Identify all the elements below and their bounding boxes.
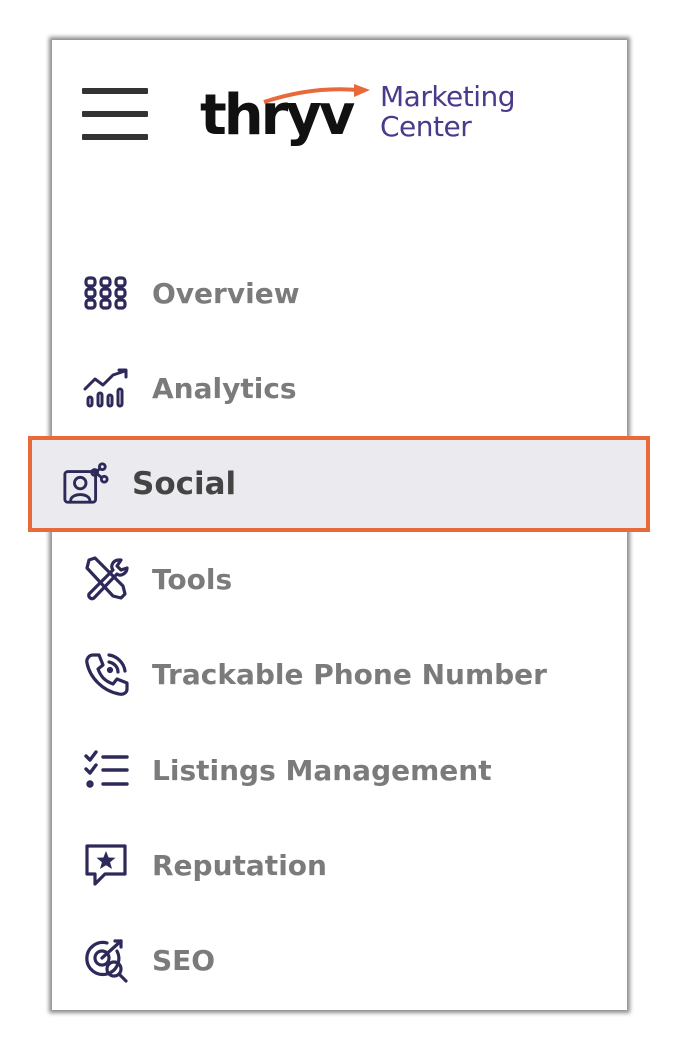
nav-item-listings-management[interactable]: Listings Management [82,735,492,805]
thryv-marketing-center-logo[interactable]: thryv Marketing Center [200,76,550,156]
nav-item-label: Trackable Phone Number [152,657,547,691]
nav-item-label: Overview [152,276,300,310]
nav-item-reputation[interactable]: Reputation [82,830,327,900]
logo-subtitle-line2: Center [380,110,472,143]
nav-item-label: Analytics [152,371,297,405]
nav-item-label: Reputation [152,848,327,882]
nav-item-label: SEO [152,943,216,977]
phone-signal-icon [82,650,130,698]
nav-item-social[interactable]: Social [28,436,650,532]
nav-item-analytics[interactable]: Analytics [82,353,297,423]
nav-item-overview[interactable]: Overview [82,258,300,328]
checklist-icon [82,746,130,794]
nav-item-trackable-phone-number[interactable]: Trackable Phone Number [82,639,547,709]
target-search-icon [82,936,130,984]
nav-item-label: Social [132,466,237,502]
hamburger-icon[interactable] [82,86,148,144]
star-speech-bubble-icon [82,841,130,889]
nav-item-label: Listings Management [152,753,492,787]
logo-subtitle: Marketing Center [380,80,516,143]
logo-subtitle-line1: Marketing [380,80,516,113]
logo-swoosh-icon [263,84,370,104]
social-share-icon [62,460,110,508]
nav-item-label: Tools [152,562,233,596]
nav-item-tools[interactable]: Tools [82,544,232,614]
nav-item-seo[interactable]: SEO [82,925,215,995]
tools-icon [82,555,130,603]
analytics-chart-icon [82,364,130,412]
grid-icon [82,269,130,317]
